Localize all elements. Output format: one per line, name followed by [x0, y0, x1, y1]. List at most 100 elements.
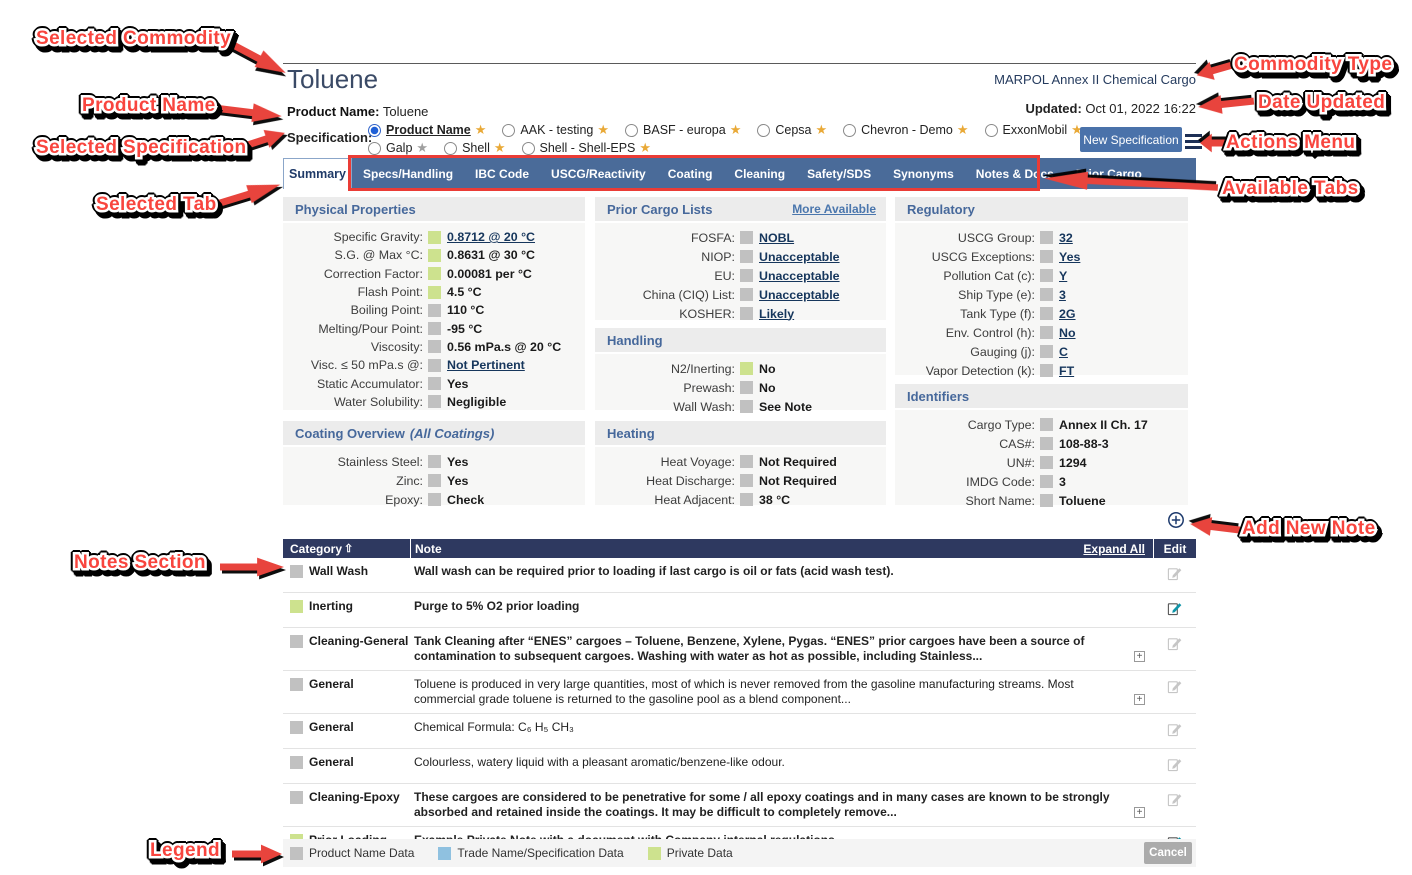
note-category: Cleaning-General	[309, 634, 408, 649]
tab-item[interactable]: Coating	[657, 167, 724, 181]
favorite-star-icon[interactable]: ★	[416, 140, 428, 156]
favorite-star-icon[interactable]: ★	[494, 140, 506, 156]
specification-option[interactable]: BASF - europa ★	[625, 122, 741, 138]
edit-note-button[interactable]	[1167, 792, 1182, 812]
radio-button[interactable]	[757, 124, 770, 137]
radio-button[interactable]	[843, 124, 856, 137]
property-value-link[interactable]: Likely	[759, 307, 794, 321]
add-new-note-button[interactable]	[1166, 510, 1186, 530]
specification-option[interactable]: Cepsa ★	[757, 122, 827, 138]
property-label: Melting/Pour Point:	[283, 322, 423, 336]
property-value-link[interactable]: Yes	[1059, 250, 1080, 264]
edit-pencil-icon	[1167, 679, 1182, 694]
note-text: Chemical Formula: C₆ H₅ CH₃	[414, 720, 1127, 735]
specification-option-label[interactable]: Galp	[386, 141, 412, 155]
annotation-selected-specification: Selected Specification	[36, 137, 246, 159]
favorite-star-icon[interactable]: ★	[597, 122, 609, 138]
expand-note-button[interactable]: +	[1134, 807, 1145, 818]
tab-summary[interactable]: Summary	[283, 158, 352, 189]
notes-category-header[interactable]: Category	[290, 542, 342, 556]
tab-item[interactable]: Synonyms	[882, 167, 965, 181]
property-value-link[interactable]: C	[1059, 345, 1068, 359]
specification-option-label[interactable]: Shell - Shell-EPS	[540, 141, 636, 155]
property-value: Annex II Ch. 17	[1059, 418, 1148, 432]
favorite-star-icon[interactable]: ★	[639, 140, 651, 156]
property-value-link[interactable]: Y	[1059, 269, 1067, 283]
property-value-link[interactable]: 2G	[1059, 307, 1076, 321]
note-row: Wall Wash Wall wash can be required prio…	[283, 558, 1196, 593]
more-available-link[interactable]: More Available	[792, 202, 876, 216]
specification-option[interactable]: Galp ★	[368, 140, 428, 156]
specification-option-label[interactable]: ExxonMobil	[1003, 123, 1068, 137]
new-specification-button[interactable]: New Specification	[1080, 127, 1182, 152]
property-value-link[interactable]: Unacceptable	[759, 250, 840, 264]
expand-note-button[interactable]: +	[1134, 694, 1145, 705]
cancel-button[interactable]: Cancel	[1144, 842, 1192, 864]
radio-button[interactable]	[985, 124, 998, 137]
favorite-star-icon[interactable]: ★	[957, 122, 969, 138]
radio-button[interactable]	[368, 124, 381, 137]
radio-button[interactable]	[368, 142, 381, 155]
property-value-link[interactable]: NOBL	[759, 231, 794, 245]
data-source-square	[740, 381, 753, 394]
property-row: USCG Exceptions: Yes	[895, 247, 1188, 266]
favorite-star-icon[interactable]: ★	[730, 122, 742, 138]
property-row: Prewash: No	[595, 378, 886, 397]
property-value-link[interactable]: 3	[1059, 288, 1066, 302]
specification-option-label[interactable]: Shell	[462, 141, 490, 155]
edit-note-button[interactable]	[1167, 757, 1182, 777]
sort-ascending-icon[interactable]: ⇧	[344, 542, 353, 555]
property-label: USCG Group:	[895, 231, 1035, 245]
edit-note-button[interactable]	[1167, 636, 1182, 656]
specification-option-label[interactable]: Cepsa	[775, 123, 811, 137]
data-source-square	[290, 678, 303, 691]
radio-button[interactable]	[444, 142, 457, 155]
expand-all-link[interactable]: Expand All	[1083, 542, 1153, 556]
property-value-link[interactable]: No	[1059, 326, 1076, 340]
favorite-star-icon[interactable]: ★	[475, 122, 487, 138]
tab-item[interactable]: USCG/Reactivity	[540, 167, 657, 181]
edit-note-button[interactable]	[1167, 601, 1182, 621]
property-row: Flash Point: 4.5 °C	[283, 283, 585, 301]
property-label: Ship Type (e):	[895, 288, 1035, 302]
property-label: USCG Exceptions:	[895, 250, 1035, 264]
tab-item[interactable]: IBC Code	[464, 167, 540, 181]
expand-note-button[interactable]: +	[1134, 651, 1145, 662]
property-value-link[interactable]: 32	[1059, 231, 1073, 245]
property-label: N2/Inerting:	[595, 362, 735, 376]
specification-option[interactable]: Shell ★	[444, 140, 505, 156]
tab-item[interactable]: Safety/SDS	[796, 167, 882, 181]
specification-option[interactable]: ExxonMobil ★	[985, 122, 1083, 138]
property-label: Epoxy:	[283, 493, 423, 507]
specification-option-label[interactable]: Chevron - Demo	[861, 123, 953, 137]
property-row: Melting/Pour Point: -95 °C	[283, 319, 585, 337]
tab-item[interactable]: Specs/Handling	[352, 167, 464, 181]
property-value-link[interactable]: Unacceptable	[759, 288, 840, 302]
tab-item[interactable]: Cleaning	[723, 167, 796, 181]
edit-note-button[interactable]	[1167, 566, 1182, 586]
property-row: Gauging (j): C	[895, 342, 1188, 361]
handling-panel: Handling N2/Inerting: No Prewash: No Wal…	[595, 328, 886, 410]
radio-button[interactable]	[522, 142, 535, 155]
specification-option[interactable]: AAK - testing ★	[502, 122, 609, 138]
favorite-star-icon[interactable]: ★	[816, 122, 828, 138]
specification-option-label[interactable]: Product Name	[386, 123, 471, 137]
note-row: General Toluene is produced in very larg…	[283, 671, 1196, 714]
radio-button[interactable]	[625, 124, 638, 137]
property-value: Toluene	[1059, 494, 1106, 508]
edit-note-button[interactable]	[1167, 679, 1182, 699]
specification-option[interactable]: Product Name ★	[368, 122, 486, 138]
specification-option-label[interactable]: AAK - testing	[520, 123, 593, 137]
data-source-square	[428, 493, 441, 506]
specification-option[interactable]: Chevron - Demo ★	[843, 122, 968, 138]
property-value-link[interactable]: Unacceptable	[759, 269, 840, 283]
property-label: Tank Type (f):	[895, 307, 1035, 321]
data-source-square	[740, 474, 753, 487]
specification-option[interactable]: Shell - Shell-EPS ★	[522, 140, 652, 156]
note-row: Inerting Purge to 5% O2 prior loading	[283, 593, 1196, 628]
radio-button[interactable]	[502, 124, 515, 137]
property-label: Stainless Steel:	[283, 455, 423, 469]
edit-note-button[interactable]	[1167, 722, 1182, 742]
specification-option-label[interactable]: BASF - europa	[643, 123, 726, 137]
property-value-link[interactable]: FT	[1059, 364, 1074, 378]
